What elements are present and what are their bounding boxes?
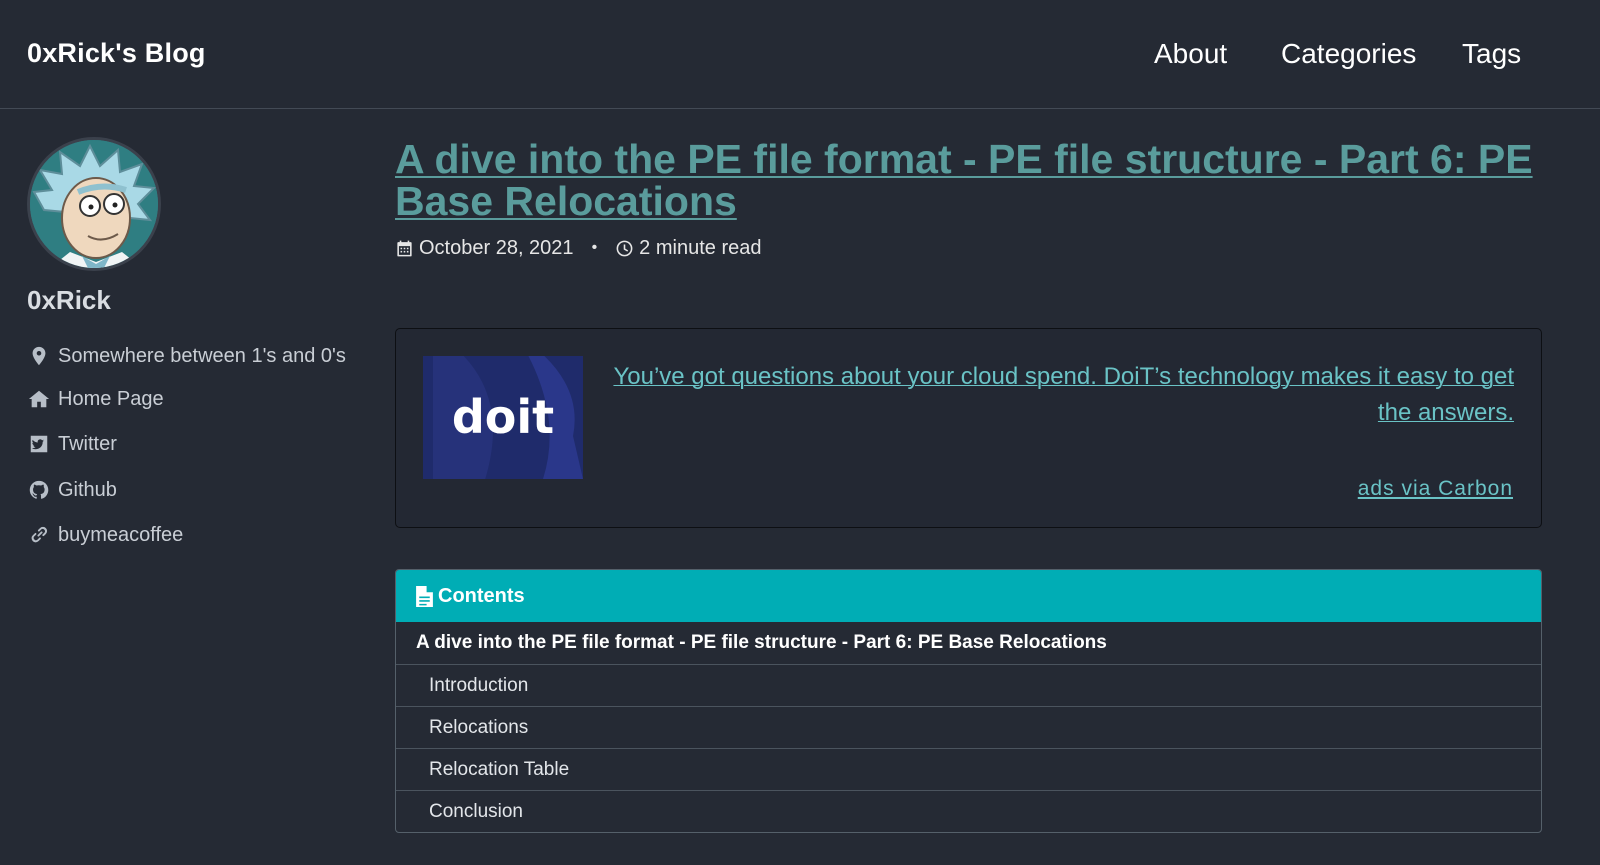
author-location: Somewhere between 1's and 0's <box>28 342 346 370</box>
author-link-buymeacoffee[interactable]: buymeacoffee <box>28 521 183 549</box>
home-icon <box>28 388 50 410</box>
main-nav: About Categories Tags <box>0 38 1600 78</box>
map-marker-icon <box>28 345 50 367</box>
author-link-home-page[interactable]: Home Page <box>28 385 164 413</box>
file-text-icon <box>416 585 438 607</box>
toc-item-main[interactable]: A dive into the PE file format - PE file… <box>396 622 1541 664</box>
post-title-link[interactable]: A dive into the PE file format - PE file… <box>395 138 1545 222</box>
doit-logo: doit <box>423 356 583 479</box>
author-link-label: Github <box>58 478 117 501</box>
nav-item-tags[interactable]: Tags <box>1462 38 1521 70</box>
masthead: 0xRick's Blog About Categories Tags <box>0 0 1600 109</box>
calendar-icon <box>395 239 419 258</box>
author-location-label: Somewhere between 1's and 0's <box>58 344 346 367</box>
author-avatar <box>27 137 161 271</box>
ad-via-carbon-link[interactable]: ads via Carbon <box>1358 477 1513 501</box>
doit-logo-text: doit <box>452 390 554 444</box>
toc-header-label: Contents <box>438 584 525 607</box>
author-link-label: Twitter <box>58 432 117 455</box>
author-link-label: buymeacoffee <box>58 523 184 546</box>
post-meta: October 28, 2021 • 2 minute read <box>395 235 761 261</box>
toc-item-relocation-table[interactable]: Relocation Table <box>396 748 1541 790</box>
author-link-github[interactable]: Github <box>28 476 117 504</box>
ad-image-link[interactable]: doit <box>423 356 583 479</box>
meta-separator: • <box>591 239 598 256</box>
clock-icon <box>615 239 639 258</box>
rick-avatar-image <box>30 140 158 268</box>
nav-item-about[interactable]: About <box>1154 38 1227 70</box>
toc-item-introduction[interactable]: Introduction <box>396 664 1541 706</box>
ad-text-link[interactable]: You’ve got questions about your cloud sp… <box>601 359 1514 431</box>
github-icon <box>28 479 50 501</box>
author-link-label: Home Page <box>58 387 164 410</box>
author-link-twitter[interactable]: Twitter <box>28 430 117 458</box>
toc-item-relocations[interactable]: Relocations <box>396 706 1541 748</box>
toc-item-conclusion[interactable]: Conclusion <box>396 790 1541 832</box>
post-read-time: 2 minute read <box>639 236 762 259</box>
nav-item-categories[interactable]: Categories <box>1281 38 1416 70</box>
link-icon <box>28 524 50 546</box>
toc-header: Contents <box>396 570 1541 622</box>
author-name: 0xRick <box>27 285 111 315</box>
table-of-contents: Contents A dive into the PE file format … <box>395 569 1542 833</box>
carbon-ad: doit You’ve got questions about your clo… <box>395 328 1542 528</box>
post-date: October 28, 2021 <box>419 236 574 259</box>
twitter-icon <box>28 433 50 455</box>
